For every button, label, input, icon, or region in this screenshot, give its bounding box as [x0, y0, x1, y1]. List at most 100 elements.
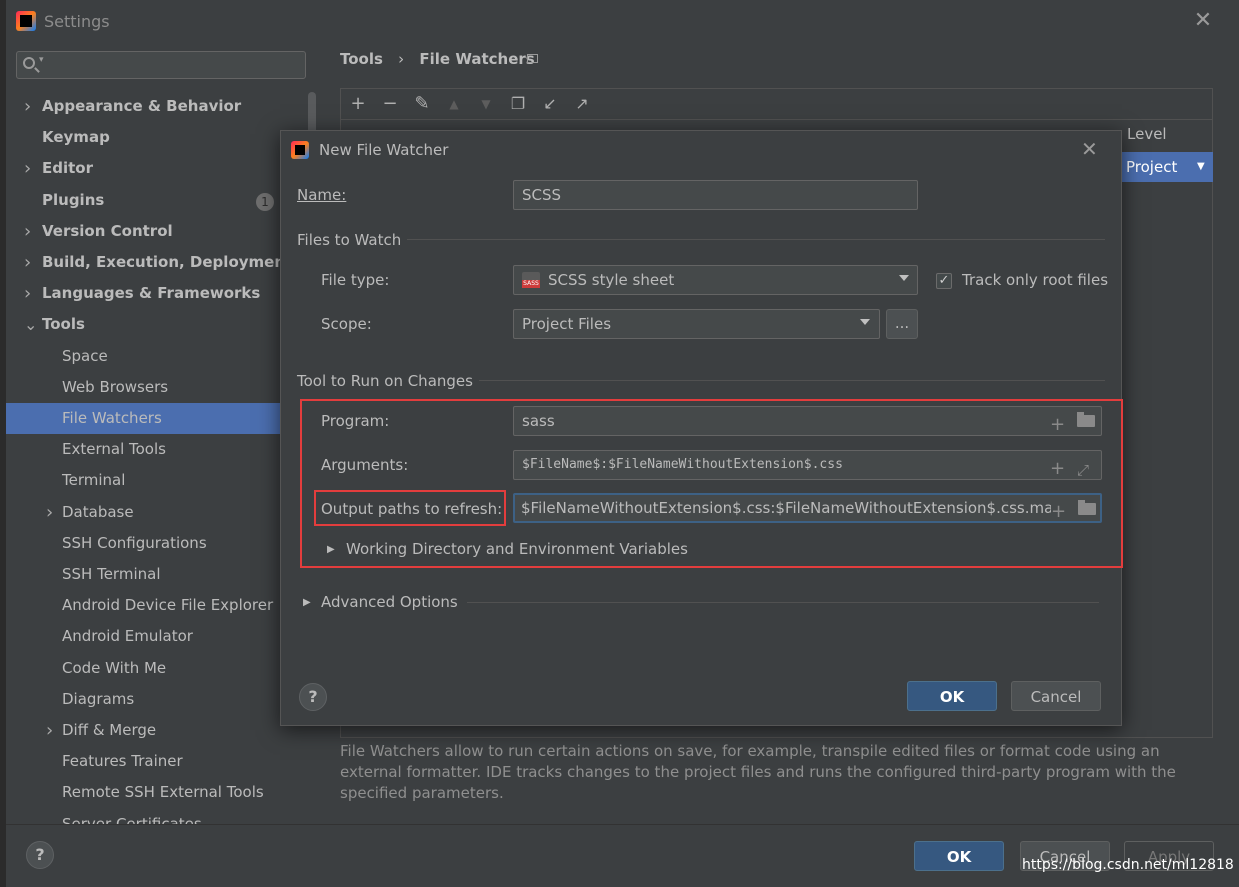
sidebar-item[interactable]: › Appearance & Behavior	[6, 91, 280, 122]
expand-icon[interactable]: ⤢	[1077, 456, 1089, 479]
chevron-right-icon[interactable]: ›	[24, 216, 31, 247]
add-macro-icon[interactable]: +	[1050, 411, 1065, 435]
folder-icon[interactable]	[1077, 412, 1095, 427]
sidebar-item-label: Version Control	[42, 221, 173, 240]
project-scope-icon	[527, 54, 538, 63]
add-macro-icon[interactable]: +	[1050, 455, 1065, 479]
program-field[interactable]: sass +	[513, 406, 1102, 436]
advanced-options-toggle[interactable]: Advanced Options	[321, 593, 458, 611]
folder-icon[interactable]	[1078, 500, 1096, 515]
chevron-right-icon[interactable]: ›	[24, 247, 31, 278]
sidebar-item[interactable]: External Tools	[6, 434, 280, 465]
sidebar-item-label: Space	[62, 346, 108, 365]
sidebar-item[interactable]: › Editor	[6, 153, 280, 184]
sidebar-item-label: Features Trainer	[62, 752, 183, 771]
sidebar-item[interactable]: Android Emulator	[6, 621, 280, 652]
output-paths-value: $FileNameWithoutExtension$.css:$FileName…	[521, 499, 1063, 517]
output-paths-field[interactable]: $FileNameWithoutExtension$.css:$FileName…	[513, 493, 1102, 523]
dialog-ok-button[interactable]: OK	[907, 681, 997, 711]
sidebar-item[interactable]: Code With Me	[6, 653, 280, 684]
sidebar-item-label: Android Device File Explorer	[62, 596, 274, 615]
window-title: Settings	[44, 12, 110, 31]
sidebar-item-label: Languages & Frameworks	[42, 284, 261, 303]
sidebar-item-label: Android Emulator	[62, 627, 193, 646]
move-down-icon[interactable]: ▼	[475, 93, 497, 115]
add-macro-icon[interactable]: +	[1051, 499, 1067, 521]
help-button[interactable]: ?	[299, 683, 327, 711]
sidebar-item[interactable]: Diagrams	[6, 684, 280, 715]
move-up-icon[interactable]: ▲	[443, 93, 465, 115]
close-icon[interactable]: ✕	[1081, 137, 1098, 161]
name-label: Name:	[297, 186, 346, 204]
help-button[interactable]: ?	[26, 841, 54, 869]
arguments-label: Arguments:	[321, 456, 409, 474]
track-only-root-checkbox[interactable]: ✓	[936, 273, 952, 289]
sidebar-item[interactable]: › Languages & Frameworks	[6, 278, 280, 309]
sidebar-item[interactable]: File Watchers	[6, 403, 280, 434]
chevron-right-icon[interactable]: ›	[46, 715, 53, 746]
sidebar-item[interactable]: Server Certificates	[6, 809, 280, 824]
chevron-right-icon[interactable]: ›	[24, 153, 31, 184]
scope-value: Project Files	[522, 315, 612, 333]
sidebar-item-label: Plugins	[42, 190, 105, 209]
sidebar-item-label: External Tools	[62, 440, 166, 459]
sidebar-item[interactable]: SSH Terminal	[6, 559, 280, 590]
sidebar-item-label: Database	[62, 502, 134, 521]
chevron-down-icon: ▾	[39, 55, 44, 65]
chevron-right-icon[interactable]: ▶	[303, 597, 311, 608]
sidebar-item[interactable]: ⌄ Tools	[6, 309, 280, 340]
sidebar-item[interactable]: › Diff & Merge	[6, 715, 280, 746]
track-only-root-label[interactable]: Track only root files	[962, 271, 1108, 289]
chevron-right-icon[interactable]: ▶	[327, 544, 335, 555]
arguments-value: $FileName$:$FileNameWithoutExtension$.cs…	[522, 457, 843, 472]
chevron-right-icon[interactable]: ›	[24, 91, 31, 122]
sidebar-item[interactable]: Android Device File Explorer	[6, 590, 280, 621]
level-cell[interactable]: Project ▼	[1121, 152, 1213, 182]
sidebar-item[interactable]: › Build, Execution, Deployment	[6, 247, 292, 278]
intellij-logo-icon	[291, 141, 309, 159]
sidebar-item[interactable]: Space	[6, 341, 280, 372]
breadcrumb-parent[interactable]: Tools	[340, 50, 383, 68]
watermark-text: https://blog.csdn.net/ml12818	[1022, 857, 1234, 873]
sidebar-item[interactable]: Plugins 1	[6, 185, 280, 216]
chevron-down-icon[interactable]: ⌄	[24, 309, 37, 340]
scope-browse-button[interactable]: ...	[886, 309, 918, 339]
file-watchers-description: File Watchers allow to run certain actio…	[340, 742, 1176, 802]
sidebar-item[interactable]: Features Trainer	[6, 746, 280, 777]
sidebar-item[interactable]: › Database	[6, 497, 280, 528]
search-input[interactable]: ▾	[16, 51, 306, 79]
sidebar-item[interactable]: SSH Configurations	[6, 528, 280, 559]
dialog-cancel-button[interactable]: Cancel	[1011, 681, 1101, 711]
chevron-right-icon[interactable]: ›	[46, 497, 53, 528]
close-icon[interactable]: ✕	[1191, 9, 1215, 33]
chevron-down-icon	[899, 275, 909, 281]
sidebar-item-label: Keymap	[42, 128, 110, 147]
chevron-right-icon[interactable]: ›	[24, 278, 31, 309]
edit-icon[interactable]: ✎	[411, 93, 433, 115]
sidebar-item[interactable]: Keymap	[6, 122, 280, 153]
working-dir-toggle[interactable]: Working Directory and Environment Variab…	[346, 540, 688, 558]
sidebar-item[interactable]: Remote SSH External Tools	[6, 777, 280, 808]
name-field[interactable]: SCSS	[513, 180, 918, 210]
remove-icon[interactable]: −	[379, 93, 401, 115]
sidebar-item-label: Editor	[42, 159, 93, 178]
sidebar-item-label: Appearance & Behavior	[42, 97, 242, 115]
level-column-header[interactable]: Level	[1127, 125, 1167, 143]
arguments-field[interactable]: $FileName$:$FileNameWithoutExtension$.cs…	[513, 450, 1102, 480]
sidebar-item[interactable]: › Version Control	[6, 216, 280, 247]
sidebar-item-label: Web Browsers	[62, 377, 169, 396]
scope-combo[interactable]: Project Files	[513, 309, 880, 339]
name-label-text: Name:	[297, 186, 347, 204]
sidebar-item-label: SSH Configurations	[62, 533, 207, 552]
sidebar-item[interactable]: Web Browsers	[6, 372, 280, 403]
sidebar-item-label: File Watchers	[62, 409, 162, 427]
export-icon[interactable]: ↗	[571, 93, 593, 115]
add-icon[interactable]: +	[347, 93, 369, 115]
sidebar-item[interactable]: Terminal	[6, 465, 280, 496]
copy-icon[interactable]: ❐	[507, 93, 529, 115]
import-icon[interactable]: ↙	[539, 93, 561, 115]
ok-button[interactable]: OK	[914, 841, 1004, 871]
files-to-watch-section: Files to Watch	[297, 231, 402, 249]
file-type-combo[interactable]: SCSS style sheet	[513, 265, 918, 295]
program-value: sass	[522, 412, 555, 430]
